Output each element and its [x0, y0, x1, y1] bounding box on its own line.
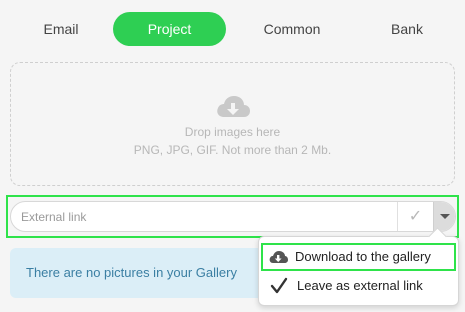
- dropzone-hint: PNG, JPG, GIF. Not more than 2 Mb.: [133, 143, 332, 157]
- link-options-menu: Download to the gallery Leave as externa…: [258, 236, 459, 306]
- menu-item-leave-external-link[interactable]: Leave as external link: [263, 273, 454, 299]
- empty-gallery-notice: There are no pictures in your Gallery: [10, 248, 280, 298]
- tab-bar: Email Project Common Bank: [0, 12, 465, 46]
- empty-gallery-message: There are no pictures in your Gallery: [26, 265, 237, 280]
- tab-bank[interactable]: Bank: [380, 12, 434, 46]
- image-dropzone[interactable]: Drop images here PNG, JPG, GIF. Not more…: [10, 62, 455, 186]
- menu-item-label: Leave as external link: [297, 278, 423, 293]
- menu-item-download-to-gallery[interactable]: Download to the gallery: [261, 243, 456, 271]
- tab-project[interactable]: Project: [113, 12, 226, 46]
- caret-down-icon: [440, 214, 450, 219]
- tab-email[interactable]: Email: [30, 12, 92, 46]
- cloud-download-icon: [269, 251, 288, 263]
- check-icon: ✓: [408, 208, 423, 225]
- menu-item-label: Download to the gallery: [295, 249, 431, 264]
- dropzone-title: Drop images here: [184, 125, 281, 139]
- confirm-link-button[interactable]: ✓: [397, 202, 433, 231]
- external-link-input[interactable]: [11, 202, 397, 231]
- check-icon: [270, 277, 288, 294]
- tab-common[interactable]: Common: [250, 12, 334, 46]
- cloud-download-icon: [216, 96, 250, 117]
- external-link-field-group: ✓: [10, 201, 456, 232]
